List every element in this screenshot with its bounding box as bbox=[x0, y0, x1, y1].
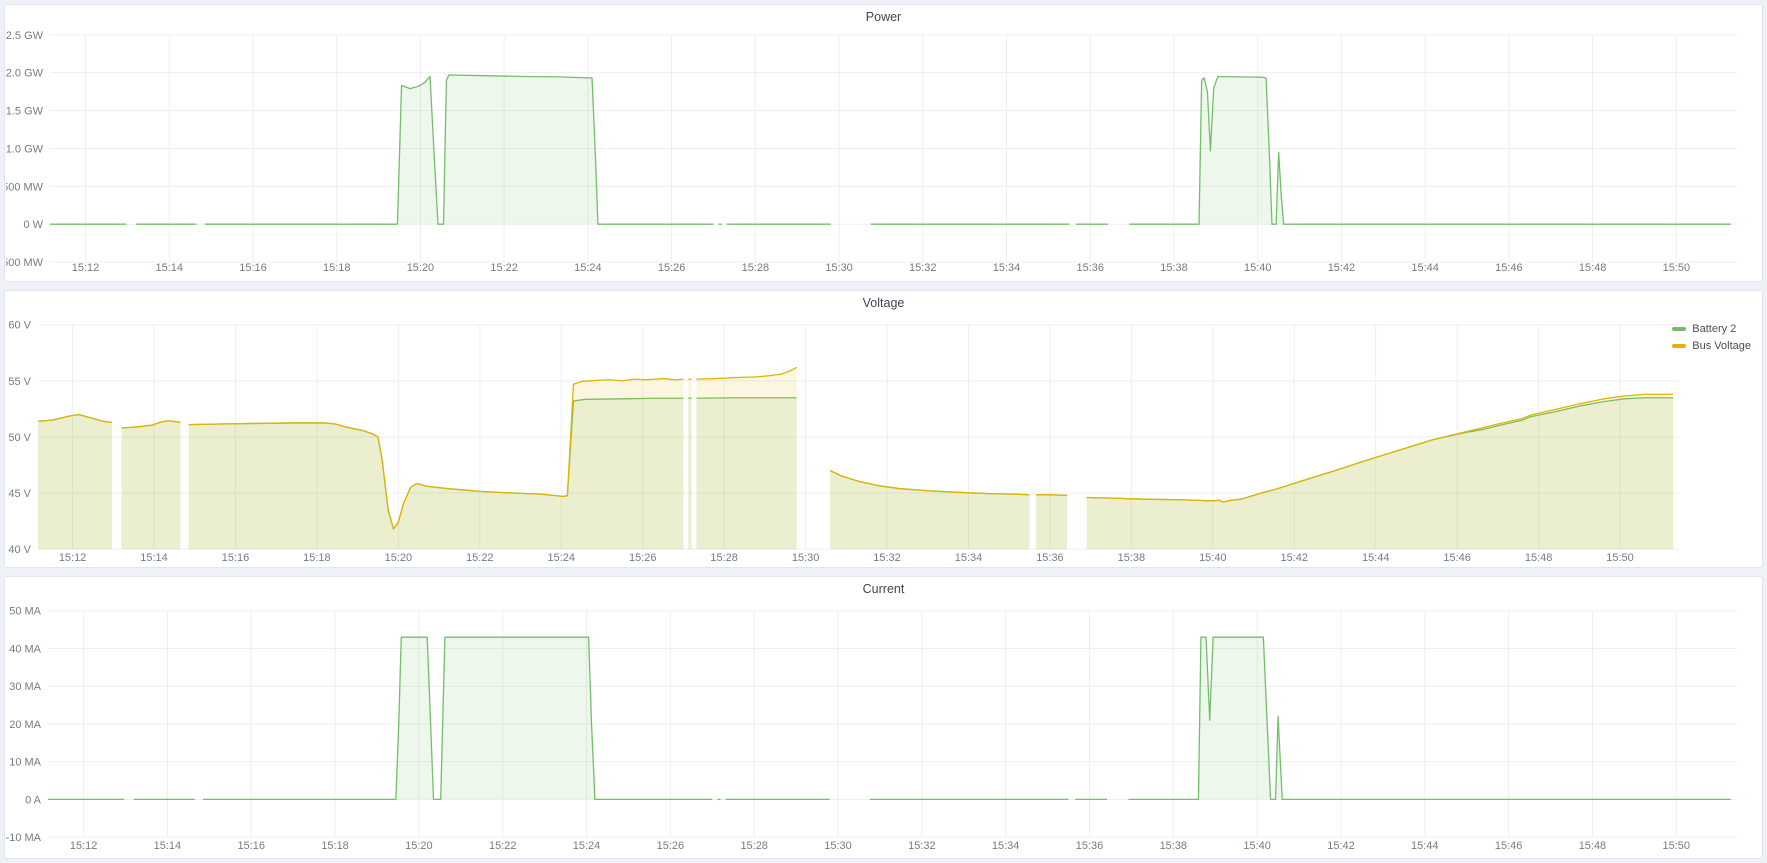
voltage-x-tick: 15:42 bbox=[1281, 552, 1308, 564]
power-x-tick: 15:42 bbox=[1328, 262, 1355, 274]
voltage-x-tick: 15:38 bbox=[1118, 552, 1145, 564]
power-y-tick: 2.5 GW bbox=[6, 30, 44, 42]
voltage-chart[interactable]: 60 V 55 V 50 V 45 V 40 V 15:12 15:14 15:16 15:18… bbox=[6, 292, 1761, 566]
current-y-tick: 40 MA bbox=[9, 643, 41, 655]
current-y-tick: 30 MA bbox=[9, 681, 41, 693]
legend-label-battery-2: Battery 2 bbox=[1692, 322, 1736, 336]
current-x-tick: 15:14 bbox=[154, 840, 181, 852]
power-x-tick: 15:36 bbox=[1077, 262, 1104, 274]
power-x-tick: 15:46 bbox=[1495, 262, 1522, 274]
power-y-tick: -500 MW bbox=[6, 257, 44, 269]
voltage-y-tick: 40 V bbox=[8, 544, 31, 556]
current-x-tick: 15:46 bbox=[1495, 840, 1522, 852]
current-x-tick: 15:26 bbox=[657, 840, 684, 852]
power-x-tick: 15:12 bbox=[72, 262, 99, 274]
power-x-tick: 15:32 bbox=[909, 262, 936, 274]
current-y-tick: 20 MA bbox=[9, 719, 41, 731]
voltage-x-tick: 15:16 bbox=[222, 552, 249, 564]
current-plot[interactable]: 50 MA 40 MA 30 MA 20 MA 10 MA 0 A -10 MA 15:12 1… bbox=[6, 578, 1761, 857]
voltage-x-tick: 15:30 bbox=[792, 552, 819, 564]
power-x-tick: 15:20 bbox=[407, 262, 434, 274]
panel-title-power[interactable]: Power bbox=[5, 10, 1762, 24]
current-x-tick: 15:34 bbox=[992, 840, 1019, 852]
power-y-tick: 0 W bbox=[23, 219, 43, 231]
panel-title-voltage[interactable]: Voltage bbox=[5, 296, 1762, 310]
power-y-tick: 1.0 GW bbox=[6, 143, 44, 155]
voltage-x-tick: 15:20 bbox=[385, 552, 412, 564]
current-y-tick: 10 MA bbox=[9, 757, 41, 769]
current-y-tick: 50 MA bbox=[9, 606, 41, 618]
power-x-tick: 15:26 bbox=[658, 262, 685, 274]
power-plot[interactable]: 2.5 GW 2.0 GW 1.5 GW 1.0 GW 500 MW 0 W -500 MW… bbox=[6, 6, 1761, 280]
voltage-x-tick: 15:12 bbox=[59, 552, 86, 564]
voltage-y-tick: 45 V bbox=[8, 488, 31, 500]
legend-item-battery-2[interactable]: Battery 2 bbox=[1672, 322, 1751, 336]
voltage-x-tick: 15:14 bbox=[140, 552, 167, 564]
current-x-tick: 15:28 bbox=[740, 840, 767, 852]
voltage-y-tick: 60 V bbox=[8, 320, 31, 332]
voltage-legend: Battery 2 Bus Voltage bbox=[1672, 322, 1751, 353]
power-x-tick: 15:28 bbox=[742, 262, 769, 274]
power-y-tick: 1.5 GW bbox=[6, 106, 44, 118]
power-x-tick: 15:40 bbox=[1244, 262, 1271, 274]
legend-swatch-bus-voltage bbox=[1672, 344, 1686, 348]
current-x-tick: 15:30 bbox=[824, 840, 851, 852]
voltage-x-tick: 15:28 bbox=[710, 552, 737, 564]
current-x-tick: 15:20 bbox=[405, 840, 432, 852]
current-x-tick: 15:48 bbox=[1579, 840, 1606, 852]
voltage-plot[interactable]: 60 V 55 V 50 V 45 V 40 V 15:12 15:14 15:16 15:18… bbox=[6, 292, 1761, 566]
power-x-tick: 15:18 bbox=[323, 262, 350, 274]
power-y-tick: 500 MW bbox=[6, 181, 44, 193]
panel-current: Current 50 MA 40 MA 30 MA 20 MA 10 MA 0 A -10 … bbox=[4, 576, 1763, 859]
current-x-tick: 15:12 bbox=[70, 840, 97, 852]
voltage-x-tick: 15:18 bbox=[303, 552, 330, 564]
power-x-tick: 15:50 bbox=[1663, 262, 1690, 274]
current-x-tick: 15:50 bbox=[1663, 840, 1690, 852]
voltage-x-tick: 15:32 bbox=[873, 552, 900, 564]
current-x-tick: 15:16 bbox=[237, 840, 264, 852]
power-x-tick: 15:34 bbox=[993, 262, 1020, 274]
voltage-x-tick: 15:48 bbox=[1525, 552, 1552, 564]
voltage-x-tick: 15:34 bbox=[955, 552, 982, 564]
legend-label-bus-voltage: Bus Voltage bbox=[1692, 339, 1751, 353]
power-x-tick: 15:30 bbox=[825, 262, 852, 274]
power-x-tick: 15:48 bbox=[1579, 262, 1606, 274]
voltage-x-tick: 15:24 bbox=[548, 552, 575, 564]
voltage-x-tick: 15:36 bbox=[1036, 552, 1063, 564]
power-y-tick: 2.0 GW bbox=[6, 68, 44, 80]
current-x-tick: 15:44 bbox=[1411, 840, 1438, 852]
voltage-y-tick: 50 V bbox=[8, 432, 31, 444]
power-x-tick: 15:38 bbox=[1160, 262, 1187, 274]
legend-swatch-battery-2 bbox=[1672, 327, 1686, 331]
current-x-tick: 15:18 bbox=[321, 840, 348, 852]
current-chart[interactable]: 50 MA 40 MA 30 MA 20 MA 10 MA 0 A -10 MA 15:12 1… bbox=[6, 578, 1761, 857]
current-x-tick: 15:24 bbox=[573, 840, 600, 852]
power-x-tick: 15:22 bbox=[490, 262, 517, 274]
voltage-x-tick: 15:44 bbox=[1362, 552, 1389, 564]
panel-title-current[interactable]: Current bbox=[5, 582, 1762, 596]
voltage-y-tick: 55 V bbox=[8, 376, 31, 388]
voltage-x-tick: 15:26 bbox=[629, 552, 656, 564]
power-x-tick: 15:24 bbox=[574, 262, 601, 274]
power-x-tick: 15:44 bbox=[1411, 262, 1438, 274]
current-x-tick: 15:22 bbox=[489, 840, 516, 852]
voltage-x-tick: 15:40 bbox=[1199, 552, 1226, 564]
current-x-tick: 15:32 bbox=[908, 840, 935, 852]
power-x-tick: 15:16 bbox=[239, 262, 266, 274]
current-x-tick: 15:40 bbox=[1243, 840, 1270, 852]
current-y-tick: -10 MA bbox=[6, 832, 42, 844]
grafana-dashboard: Power 2.5 GW 2.0 GW 1.5 GW 1.0 GW 500 MW 0 W -… bbox=[0, 0, 1767, 863]
current-x-tick: 15:42 bbox=[1327, 840, 1354, 852]
power-chart[interactable]: 2.5 GW 2.0 GW 1.5 GW 1.0 GW 500 MW 0 W -500 MW… bbox=[6, 6, 1761, 280]
power-x-tick: 15:14 bbox=[156, 262, 183, 274]
voltage-x-tick: 15:46 bbox=[1443, 552, 1470, 564]
panel-power: Power 2.5 GW 2.0 GW 1.5 GW 1.0 GW 500 MW 0 W -… bbox=[4, 4, 1763, 282]
current-x-tick: 15:38 bbox=[1160, 840, 1187, 852]
voltage-x-tick: 15:22 bbox=[466, 552, 493, 564]
current-x-tick: 15:36 bbox=[1076, 840, 1103, 852]
current-y-tick: 0 A bbox=[25, 794, 42, 806]
panel-voltage: Voltage 60 V 55 V 50 V 45 V 40 V 15:12 15:14 15… bbox=[4, 290, 1763, 568]
legend-item-bus-voltage[interactable]: Bus Voltage bbox=[1672, 339, 1751, 353]
voltage-x-tick: 15:50 bbox=[1606, 552, 1633, 564]
